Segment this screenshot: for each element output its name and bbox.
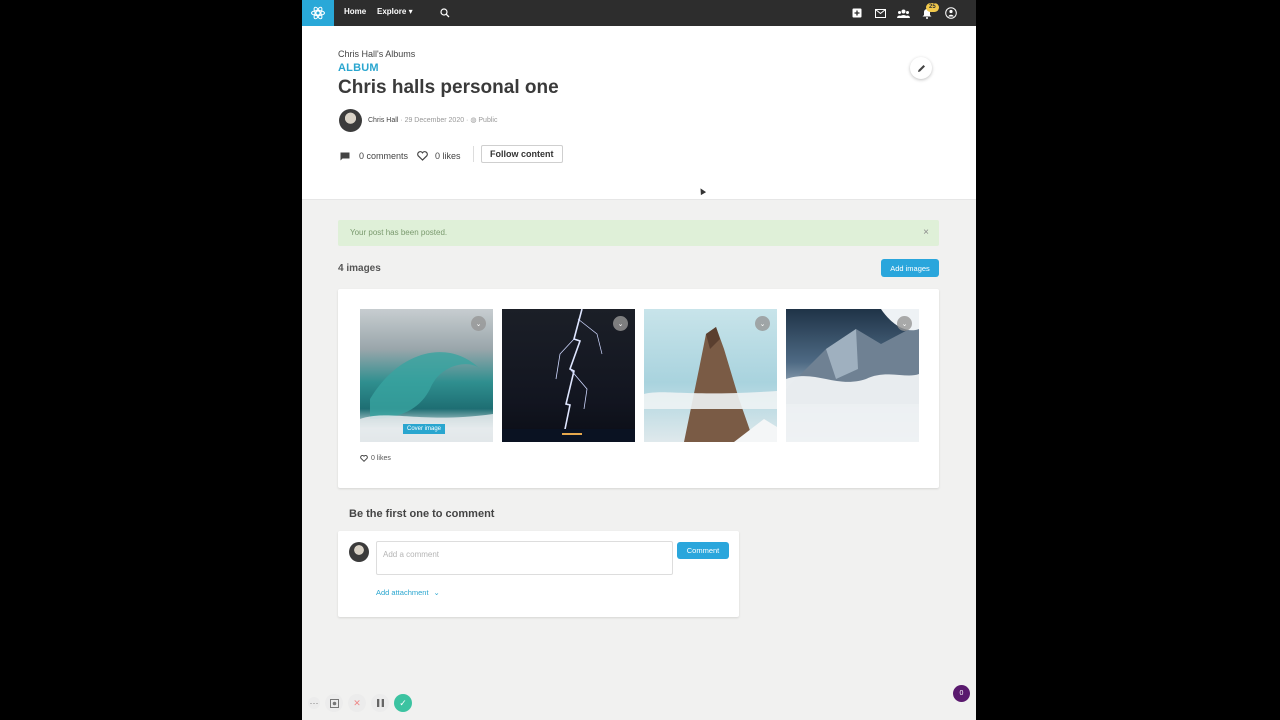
more-icon[interactable]: ··· — [308, 697, 320, 709]
close-icon[interactable]: × — [923, 227, 929, 238]
check-icon[interactable]: ✓ — [394, 694, 412, 712]
comment-submit-button[interactable]: Comment — [677, 542, 729, 559]
follow-content-button[interactable]: Follow content — [481, 145, 563, 163]
gallery-image-misty-mountain[interactable]: ⌄ — [786, 309, 919, 442]
post-date: · 29 December 2020 · — [398, 117, 471, 124]
logo-icon[interactable] — [302, 0, 334, 26]
app-frame: Home Explore ▾ 25 Chris Hall's Albums AL… — [302, 0, 976, 720]
nav-explore-label: Explore — [377, 7, 407, 16]
chevron-down-icon: ▾ — [408, 7, 413, 16]
gallery-likes[interactable]: 0 likes — [360, 455, 391, 462]
chat-badge[interactable]: 0 — [953, 685, 970, 702]
post-actions: 0 comments 0 likes — [340, 147, 461, 165]
success-alert: Your post has been posted. × — [338, 220, 939, 246]
heart-icon[interactable] — [417, 151, 428, 161]
image-menu-icon[interactable]: ⌄ — [613, 316, 628, 331]
chevron-down-icon: ⌄ — [433, 588, 440, 597]
pause-icon[interactable] — [371, 694, 389, 712]
breadcrumb[interactable]: Chris Hall's Albums — [338, 49, 415, 59]
edit-button[interactable] — [910, 57, 932, 79]
nav-explore-dropdown[interactable]: Explore ▾ — [377, 7, 413, 16]
image-menu-icon[interactable]: ⌄ — [897, 316, 912, 331]
notification-badge: 25 — [926, 3, 939, 12]
comment-icon — [340, 152, 350, 160]
page-title: Chris halls personal one — [338, 77, 559, 98]
nav-home-link[interactable]: Home — [344, 7, 366, 16]
mail-icon[interactable] — [873, 6, 887, 20]
top-nav: Home Explore ▾ 25 — [302, 0, 976, 26]
gallery-likes-label: 0 likes — [371, 455, 391, 462]
recording-controls: ··· ✕ ✓ — [308, 694, 417, 712]
comments-heading: Be the first one to comment — [349, 508, 495, 520]
close-icon[interactable]: ✕ — [348, 694, 366, 712]
avatar[interactable] — [339, 109, 362, 132]
alert-message: Your post has been posted. — [350, 228, 448, 237]
groups-icon[interactable] — [896, 6, 910, 20]
globe-icon: ◍ — [470, 117, 477, 124]
gallery-image-wave[interactable]: ⌄ Cover image — [360, 309, 493, 442]
comment-input[interactable]: Add a comment — [376, 541, 673, 575]
comments-count[interactable]: 0 comments — [359, 151, 408, 161]
image-gallery: ⌄ Cover image ⌄ ⌄ ⌄ 0 likes — [338, 289, 939, 488]
pencil-icon — [917, 64, 925, 72]
search-icon[interactable] — [438, 6, 452, 20]
user-icon[interactable] — [944, 6, 958, 20]
comment-form: Add a comment Comment Add attachment ⌄ — [338, 531, 739, 617]
camera-icon[interactable] — [325, 694, 343, 712]
likes-count[interactable]: 0 likes — [435, 151, 461, 161]
image-menu-icon[interactable]: ⌄ — [755, 316, 770, 331]
visibility-label: Public — [478, 117, 498, 124]
add-attachment-link[interactable]: Add attachment ⌄ — [376, 588, 440, 597]
image-menu-icon[interactable]: ⌄ — [471, 316, 486, 331]
add-icon[interactable] — [850, 6, 864, 20]
gallery-image-lightning[interactable]: ⌄ — [502, 309, 635, 442]
add-attachment-label: Add attachment — [376, 588, 429, 597]
post-meta: Chris Hall · 29 December 2020 · ◍ Public — [368, 116, 497, 124]
avatar — [349, 542, 369, 562]
divider — [473, 146, 474, 162]
cover-image-label: Cover image — [403, 424, 446, 434]
author-name[interactable]: Chris Hall — [368, 117, 398, 124]
images-count: 4 images — [338, 263, 381, 274]
gallery-image-rock-spire[interactable]: ⌄ — [644, 309, 777, 442]
content-type-label: ALBUM — [338, 62, 379, 74]
add-images-button[interactable]: Add images — [881, 259, 939, 277]
heart-icon — [360, 455, 368, 462]
